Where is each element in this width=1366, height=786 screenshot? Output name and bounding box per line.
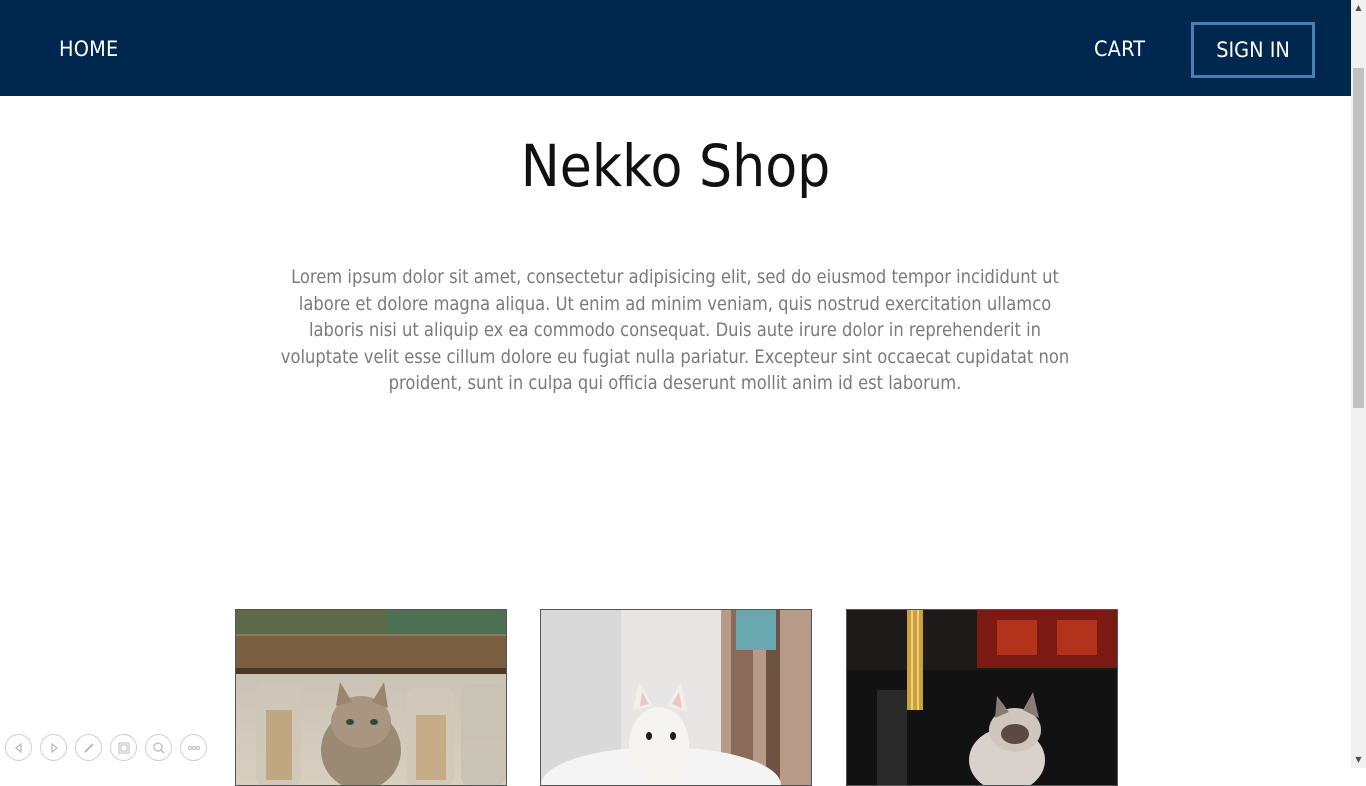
- zoom-icon[interactable]: [145, 734, 172, 761]
- slides-icon[interactable]: [110, 734, 137, 761]
- presentation-toolbar: [5, 734, 207, 764]
- product-card-tabby-cat[interactable]: [235, 609, 507, 786]
- pen-icon[interactable]: [75, 734, 102, 761]
- page-description: Lorem ipsum dolor sit amet, consectetur …: [280, 266, 1070, 394]
- more-icon[interactable]: [180, 734, 207, 761]
- next-icon[interactable]: [40, 734, 67, 761]
- sign-in-label: SIGN IN: [1216, 38, 1290, 62]
- nav-cart-link[interactable]: CART: [1094, 0, 1145, 96]
- sign-in-button[interactable]: SIGN IN: [1191, 22, 1315, 78]
- scroll-down-arrow-icon[interactable]: ▼: [1351, 752, 1366, 767]
- dark-room-cat-image: [847, 610, 1117, 785]
- product-card-dark-room-cat[interactable]: [846, 609, 1118, 786]
- top-navbar: HOME CART SIGN IN: [0, 0, 1351, 96]
- page-title: Nekko Shop: [520, 132, 831, 200]
- nav-home-link[interactable]: HOME: [59, 0, 118, 96]
- product-card-white-kitten[interactable]: [540, 609, 812, 786]
- previous-icon[interactable]: [5, 734, 32, 761]
- page-scrollbar[interactable]: ▲ ▼: [1351, 0, 1366, 768]
- white-kitten-image: [541, 610, 811, 785]
- scroll-up-arrow-icon[interactable]: ▲: [1351, 0, 1366, 15]
- tabby-cat-image: [236, 610, 506, 785]
- scroll-thumb[interactable]: [1353, 68, 1364, 408]
